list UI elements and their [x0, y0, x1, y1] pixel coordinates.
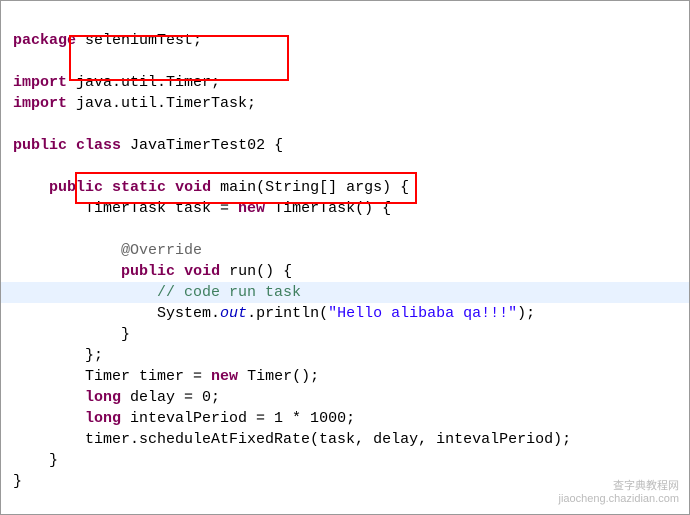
line-import1: import java.util.Timer;: [13, 74, 220, 91]
line-package: package seleniumTest;: [13, 32, 202, 49]
line-comment-highlighted: // code run task: [1, 282, 689, 303]
watermark: 查字典教程网 jiaocheng.chazidian.com: [559, 480, 679, 506]
line-import2: import java.util.TimerTask;: [13, 95, 256, 112]
line-close-class: }: [13, 473, 22, 490]
line-delay: long delay = 0;: [13, 389, 220, 406]
line-close-main: }: [13, 452, 58, 469]
line-println: System.out.println("Hello alibaba qa!!!"…: [13, 305, 535, 322]
line-override: @Override: [13, 242, 202, 259]
line-class-decl: public class JavaTimerTest02 {: [13, 137, 283, 154]
line-main: public static void main(String[] args) {: [13, 179, 409, 196]
code-editor: package seleniumTest; import java.util.T…: [1, 1, 689, 500]
line-schedule: timer.scheduleAtFixedRate(task, delay, i…: [13, 431, 571, 448]
line-timer-new: Timer timer = new Timer();: [13, 368, 319, 385]
line-close-run: }: [13, 326, 130, 343]
line-task-decl: TimerTask task = new TimerTask() {: [13, 200, 391, 217]
line-close-anon: };: [13, 347, 103, 364]
line-interval: long intevalPeriod = 1 * 1000;: [13, 410, 355, 427]
line-run: public void run() {: [13, 263, 292, 280]
